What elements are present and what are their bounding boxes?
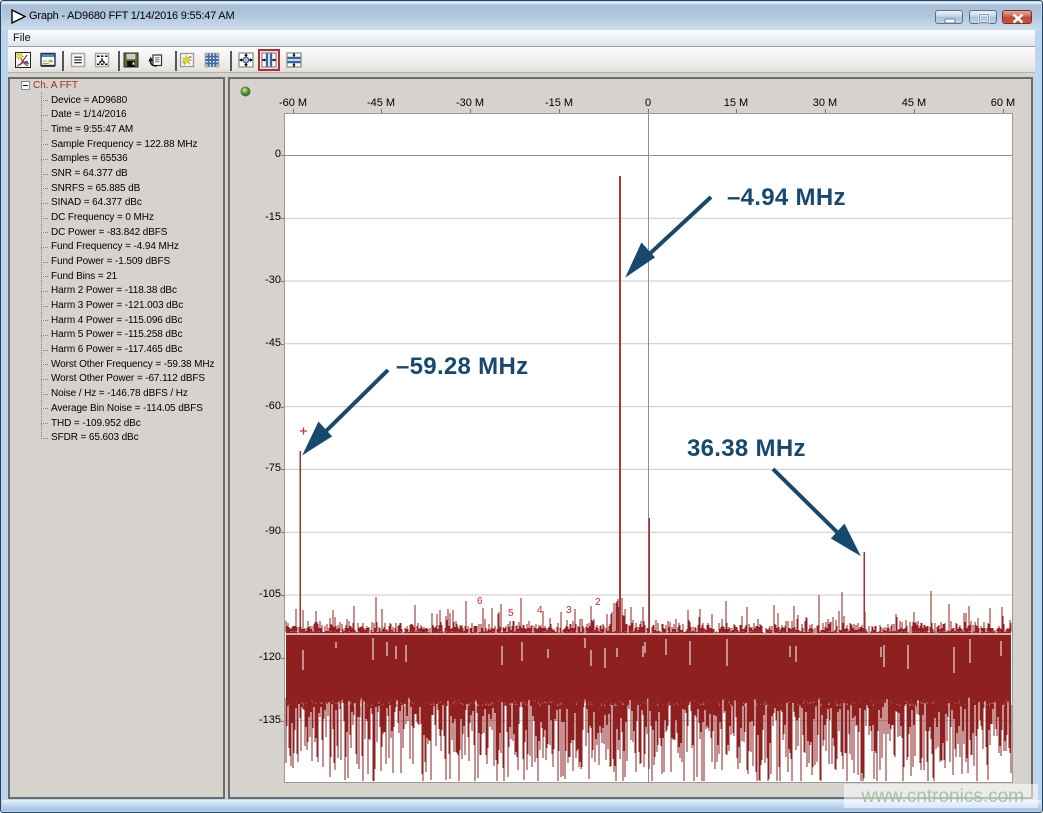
- svg-text:6: 6: [477, 596, 483, 607]
- svg-text:–59.28 MHz: –59.28 MHz: [396, 353, 528, 380]
- svg-text:2: 2: [595, 597, 601, 608]
- svg-text:–4.94 MHz: –4.94 MHz: [727, 184, 846, 211]
- svg-text:3: 3: [566, 605, 572, 616]
- svg-text:36.38 MHz: 36.38 MHz: [687, 435, 806, 462]
- svg-text:4: 4: [537, 605, 543, 616]
- svg-text:5: 5: [508, 608, 514, 619]
